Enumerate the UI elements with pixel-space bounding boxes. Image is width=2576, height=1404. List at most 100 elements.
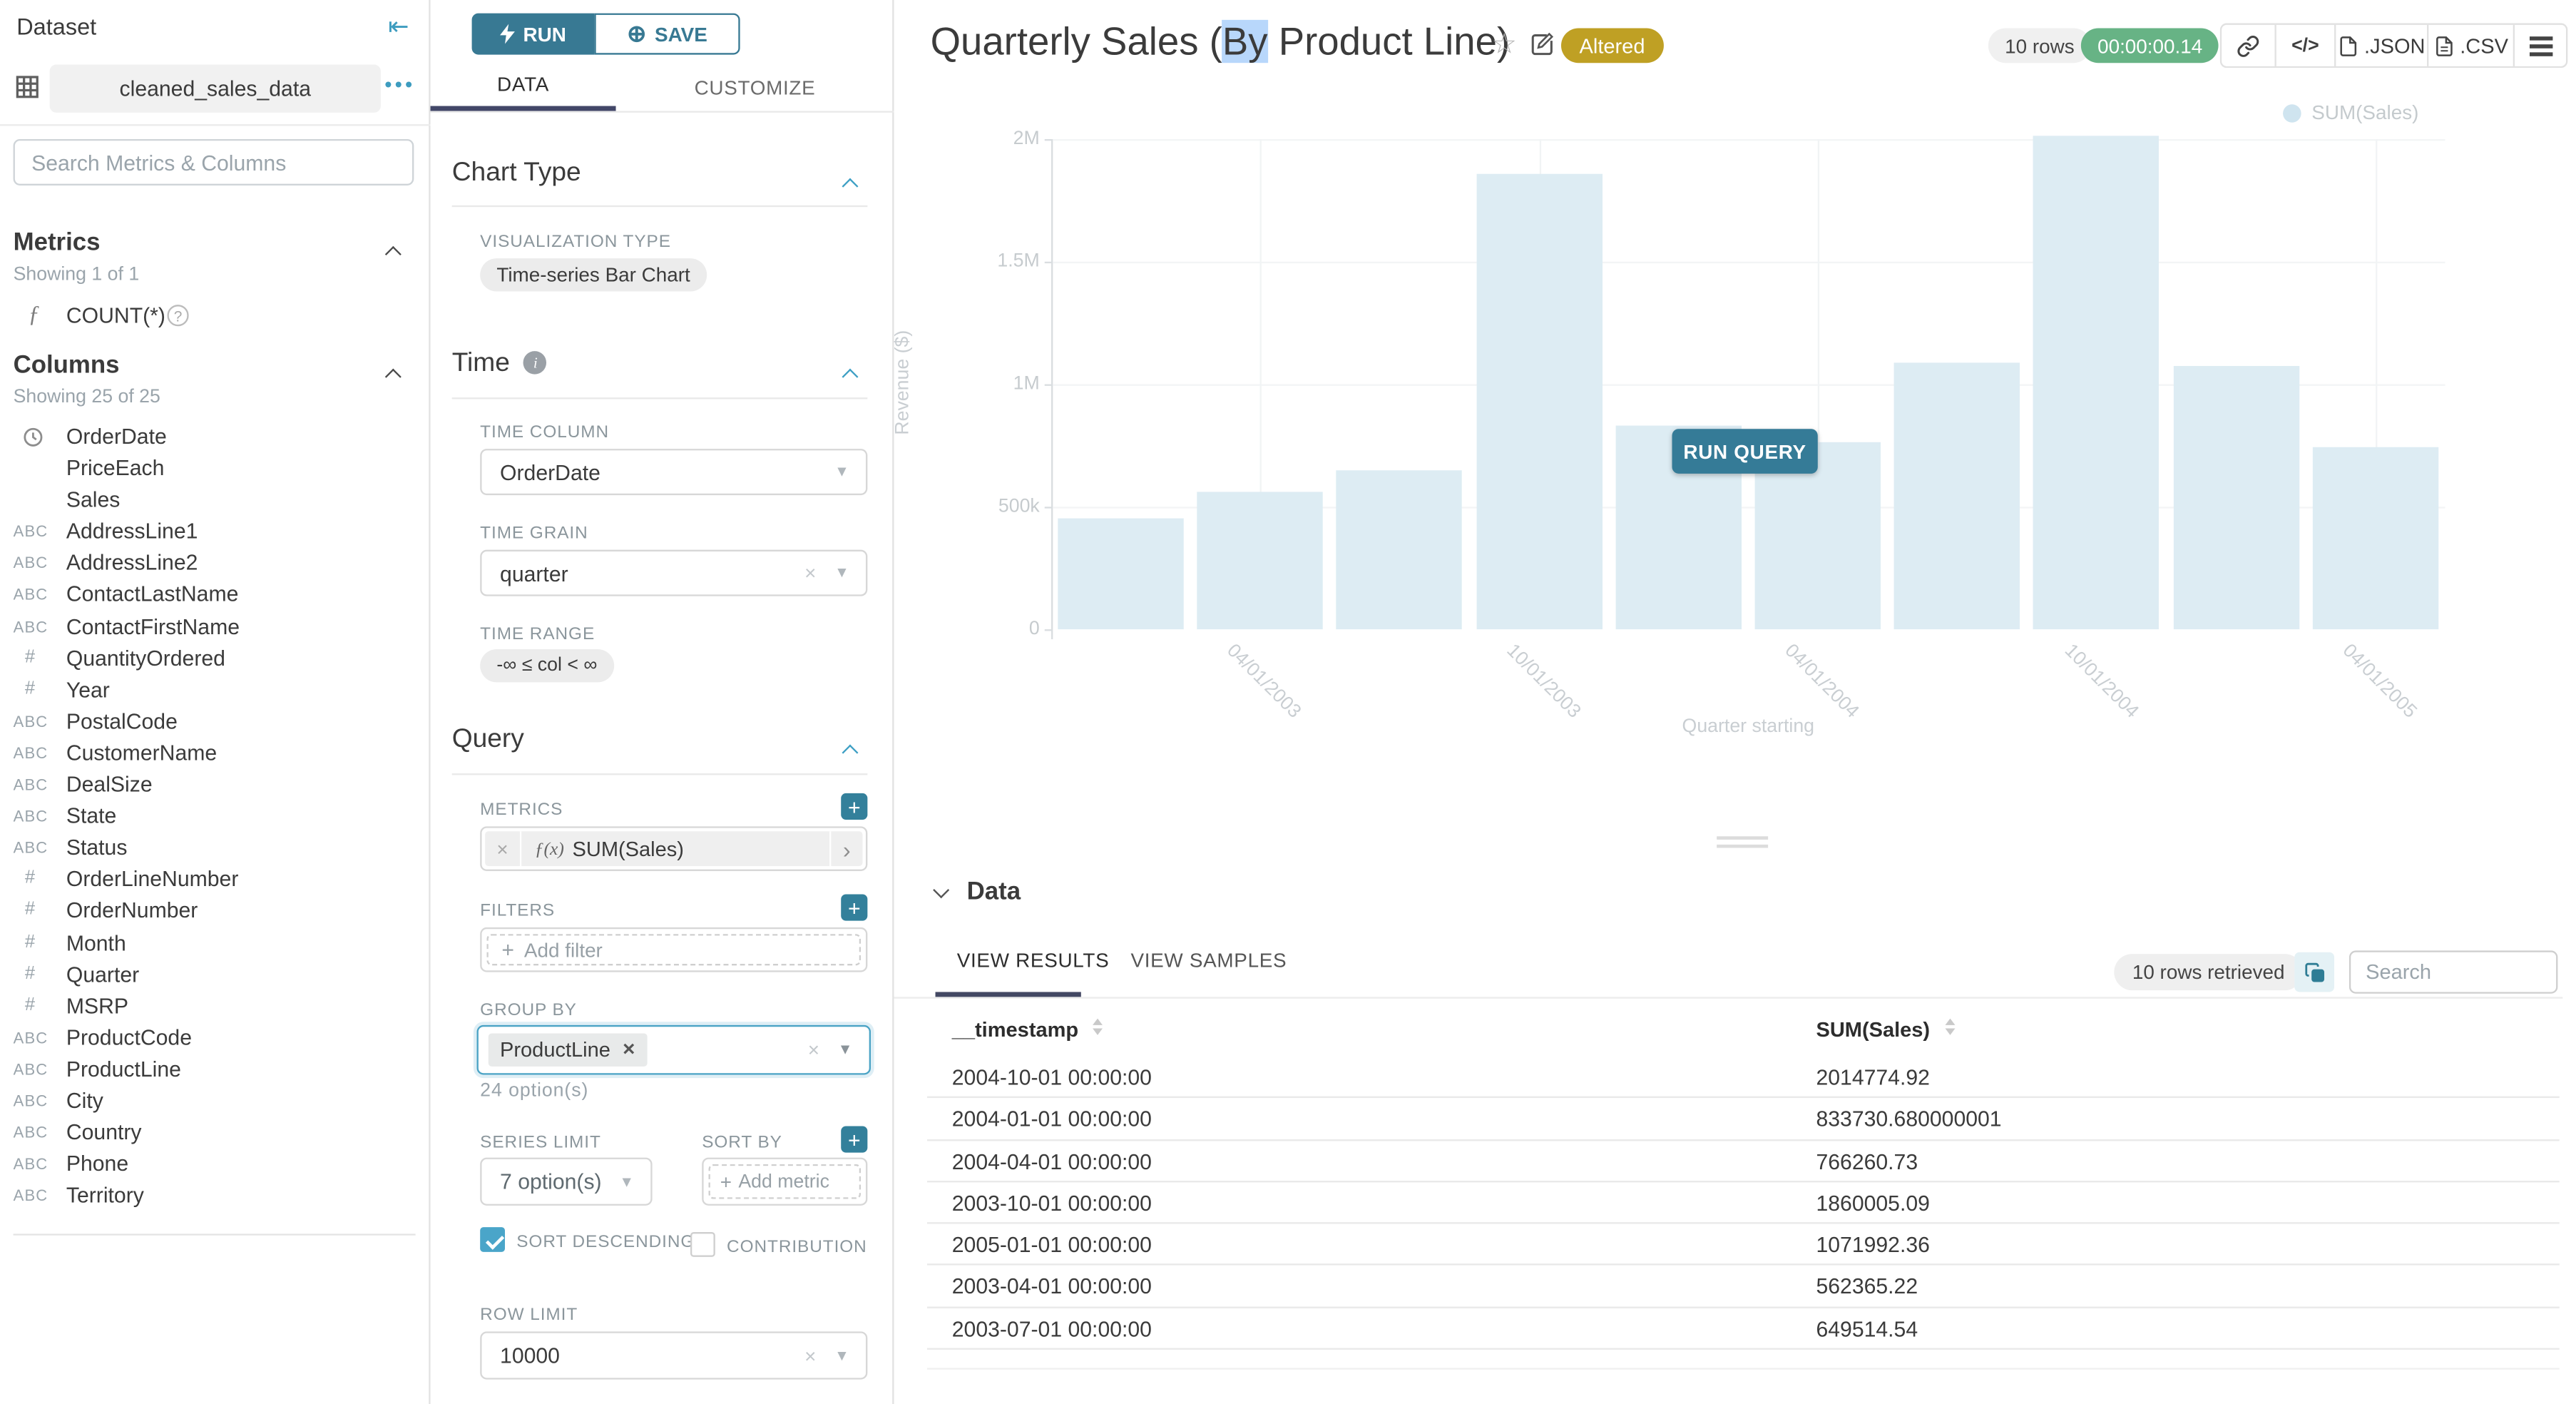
metric-name: COUNT(*) [66, 303, 165, 328]
filters-dropzone[interactable]: +Add filter [480, 927, 867, 972]
add-sort-metric-icon[interactable]: + [841, 1126, 867, 1152]
column-list-item[interactable]: ABCState [0, 802, 431, 833]
column-list-item[interactable]: OrderDate [0, 422, 431, 454]
column-name: City [66, 1088, 103, 1113]
time-range-value[interactable]: -∞ ≤ col < ∞ [480, 649, 613, 682]
dataset-name[interactable]: cleaned_sales_data [50, 65, 381, 113]
table-row[interactable]: 2003-04-01 00:00:00562365.22 [927, 1266, 2560, 1308]
add-metric-icon[interactable]: + [841, 793, 867, 820]
column-list-item[interactable]: ABCTerritory [0, 1181, 431, 1213]
run-query-button[interactable]: RUN QUERY [1672, 429, 1818, 474]
column-list-item[interactable]: ABCAddressLine1 [0, 517, 431, 549]
query-section-title: Query [452, 726, 524, 756]
visualization-type-value[interactable]: Time-series Bar Chart [480, 258, 707, 291]
column-list-item[interactable]: # Quarter [0, 960, 431, 991]
metric-list-item[interactable]: ƒ COUNT(*) ? [0, 301, 431, 332]
chevron-up-icon[interactable] [844, 171, 856, 200]
copy-data-button[interactable] [2294, 952, 2334, 992]
column-list-item[interactable]: ABCProductCode [0, 1023, 431, 1054]
bar-2005-04-01[interactable] [2312, 447, 2438, 629]
columns-collapse-icon[interactable] [387, 361, 399, 391]
column-list-item[interactable]: ABCAddressLine2 [0, 549, 431, 580]
clear-icon[interactable]: × [808, 1038, 819, 1061]
bar-2005-01-01[interactable] [2173, 366, 2299, 629]
table-row[interactable]: 2004-04-01 00:00:00766260.73 [927, 1140, 2560, 1182]
chevron-up-icon[interactable] [844, 361, 856, 391]
column-list-item[interactable]: #OrderLineNumber [0, 865, 431, 896]
pane-resize-handle[interactable] [1717, 836, 1768, 853]
column-list-item[interactable]: ABCStatus [0, 833, 431, 865]
contribution-checkbox[interactable]: CONTRIBUTION [690, 1231, 906, 1261]
bar-2003-01-01[interactable] [1058, 519, 1183, 630]
column-list-item[interactable]: ABCProductLine [0, 1054, 431, 1086]
save-button[interactable]: ⊕ SAVE [594, 14, 740, 55]
column-list-item[interactable]: #QuantityOrdered [0, 644, 431, 675]
column-list-item[interactable]: ABCContactLastName [0, 581, 431, 612]
chevron-up-icon[interactable] [844, 737, 856, 767]
column-list-item[interactable]: ABCCustomerName [0, 738, 431, 770]
tab-view-samples[interactable]: VIEW SAMPLES [1130, 949, 1287, 972]
clear-icon[interactable]: × [804, 561, 816, 584]
metric-item[interactable]: × ƒ(x) SUM(Sales) › [480, 826, 867, 871]
column-list-item[interactable]: ABCContactFirstName [0, 612, 431, 644]
add-filter-icon[interactable]: + [841, 895, 867, 921]
timeseries-bar-chart: SUM(Sales) Revenue ($) 0500k1M1.5M2M04/0… [894, 0, 2576, 861]
bar-2004-07-01[interactable] [1894, 362, 2020, 629]
column-header-sum-sales[interactable]: SUM(Sales) [1816, 1019, 1954, 1042]
bar-2003-04-01[interactable] [1197, 492, 1323, 629]
column-list-item[interactable]: Sales [0, 486, 431, 517]
tab-view-results[interactable]: VIEW RESULTS [957, 949, 1110, 972]
metrics-collapse-icon[interactable] [387, 238, 399, 268]
y-axis-tick [1045, 507, 1051, 508]
chart-legend[interactable]: SUM(Sales) [2284, 101, 2419, 124]
column-name: Quarter [66, 962, 139, 987]
column-list-item[interactable]: #Year [0, 676, 431, 707]
rows-retrieved-badge: 10 rows retrieved [2114, 954, 2303, 990]
column-name: OrderLineNumber [66, 867, 239, 892]
run-button[interactable]: RUN [472, 14, 595, 55]
column-header-timestamp[interactable]: __timestamp [952, 1019, 1103, 1042]
bar-2004-10-01[interactable] [2033, 136, 2159, 629]
chart-main-panel: Quarterly Sales (By Product Line) ☆ Alte… [894, 0, 2576, 1404]
help-icon[interactable]: ? [167, 305, 188, 326]
table-row[interactable]: 2003-07-01 00:00:00649514.54 [927, 1308, 2560, 1350]
search-metrics-columns-input[interactable] [14, 139, 414, 185]
data-section-header[interactable]: Data [936, 878, 1021, 905]
table-row[interactable]: 2003-10-01 00:00:001860005.09 [927, 1182, 2560, 1224]
y-axis-tick-label: 0 [940, 619, 1039, 639]
column-list-item[interactable]: ABCPhone [0, 1149, 431, 1181]
column-list-item[interactable]: #OrderNumber [0, 897, 431, 928]
column-list-item[interactable]: ABCCountry [0, 1118, 431, 1149]
dataset-options-icon[interactable]: ••• [384, 73, 415, 96]
columns-section-title: Columns [14, 351, 120, 379]
results-search-input[interactable] [2349, 950, 2557, 993]
sort-descending-checkbox[interactable]: SORT DESCENDING [480, 1226, 695, 1256]
column-list-item[interactable]: #Month [0, 928, 431, 960]
number-type-icon: # [25, 963, 35, 983]
column-list-item[interactable]: PriceEach [0, 454, 431, 485]
bar-2003-10-01[interactable] [1476, 174, 1602, 629]
column-list-item[interactable]: ABCDealSize [0, 770, 431, 801]
column-list-item[interactable]: ABCCity [0, 1087, 431, 1118]
clear-icon[interactable]: × [804, 1344, 816, 1367]
remove-metric-icon[interactable]: × [485, 831, 521, 866]
tab-data[interactable]: DATA [431, 63, 616, 111]
column-list-item[interactable]: #MSRP [0, 992, 431, 1023]
row-limit-select[interactable]: 10000 × ▼ [480, 1331, 867, 1379]
column-list-item[interactable]: ABCPostalCode [0, 707, 431, 738]
column-name: Sales [66, 487, 121, 512]
series-limit-select[interactable]: 7 option(s) ▼ [480, 1158, 652, 1206]
bar-2003-07-01[interactable] [1336, 470, 1462, 629]
collapse-sidebar-icon[interactable]: ⇤ [388, 11, 409, 41]
remove-tag-icon[interactable]: ✕ [622, 1041, 635, 1059]
table-row[interactable]: 2005-01-01 00:00:001071992.36 [927, 1224, 2560, 1266]
group-by-select[interactable]: ProductLine ✕ × ▼ [477, 1025, 871, 1075]
time-grain-select[interactable]: quarter × ▼ [480, 550, 867, 596]
number-type-icon: # [25, 678, 35, 698]
tab-customize[interactable]: CUSTOMIZE [616, 63, 894, 111]
time-column-select[interactable]: OrderDate ▼ [480, 449, 867, 495]
sort-by-dropzone[interactable]: +Add metric [702, 1158, 867, 1206]
table-row[interactable]: 2004-01-01 00:00:00833730.680000001 [927, 1099, 2560, 1141]
chevron-right-icon[interactable]: › [831, 831, 862, 866]
table-row[interactable]: 2004-10-01 00:00:002014774.92 [927, 1057, 2560, 1099]
